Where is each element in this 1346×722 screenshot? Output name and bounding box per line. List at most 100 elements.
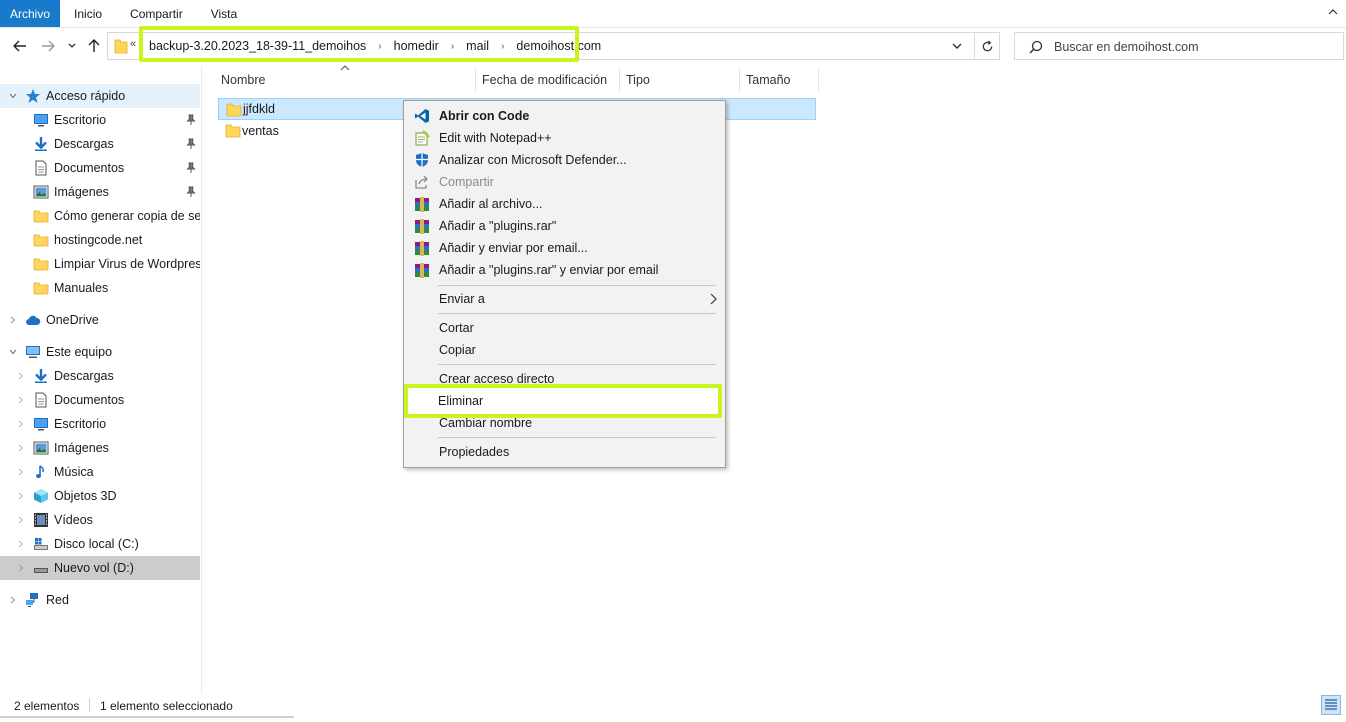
chevron-right-icon[interactable]: ›	[451, 41, 454, 52]
sidebar-item-hostingcode[interactable]: hostingcode.net	[0, 228, 200, 252]
column-header-modified[interactable]: Fecha de modificación	[482, 66, 607, 94]
menu-item-enviar-a[interactable]: Enviar a	[406, 288, 723, 310]
sidebar-item-escritorio[interactable]: Escritorio	[0, 108, 200, 132]
crumb-mail[interactable]: mail	[466, 39, 489, 53]
chevron-right-icon[interactable]	[16, 443, 26, 453]
column-divider[interactable]	[739, 68, 740, 92]
pin-icon[interactable]	[186, 114, 196, 126]
chevron-right-icon[interactable]	[16, 539, 26, 549]
menu-item-cortar[interactable]: Cortar	[406, 317, 723, 339]
chevron-right-icon[interactable]	[8, 595, 18, 605]
sidebar-item-onedrive[interactable]: OneDrive	[0, 308, 200, 332]
column-divider[interactable]	[619, 68, 620, 92]
sidebar-item-manuales[interactable]: Manuales	[0, 276, 200, 300]
winrar-icon	[415, 241, 429, 256]
chevron-down-icon[interactable]	[8, 91, 18, 101]
menu-item-defender[interactable]: Analizar con Microsoft Defender...	[406, 149, 723, 171]
menu-item-anadir-archivo[interactable]: Añadir al archivo...	[406, 193, 723, 215]
sidebar-item-documentos[interactable]: Documentos	[0, 156, 200, 180]
chevron-right-icon[interactable]	[16, 563, 26, 573]
recent-locations-button[interactable]	[62, 36, 82, 56]
sidebar-label: Manuales	[54, 281, 109, 295]
chevron-right-icon[interactable]	[16, 515, 26, 525]
menu-item-eliminar[interactable]: Eliminar	[404, 384, 722, 418]
menu-label: Añadir a "plugins.rar"	[439, 219, 557, 233]
ribbon: Archivo Inicio Compartir Vista	[0, 0, 1346, 28]
sidebar-item-imagenes[interactable]: Imágenes	[0, 180, 200, 204]
crumb-demoihost[interactable]: demoihost.com	[516, 39, 601, 53]
pin-icon[interactable]	[186, 138, 196, 150]
pin-icon[interactable]	[186, 186, 196, 198]
sidebar-item-pc-documentos[interactable]: Documentos	[0, 388, 200, 412]
menu-label: Cambiar nombre	[439, 416, 533, 430]
back-button[interactable]	[10, 36, 30, 56]
sidebar-item-pc-descargas[interactable]: Descargas	[0, 364, 200, 388]
share-icon	[415, 175, 428, 189]
refresh-button[interactable]	[974, 33, 1000, 59]
column-divider[interactable]	[818, 68, 819, 92]
menu-item-propiedades[interactable]: Propiedades	[406, 441, 723, 463]
menu-item-anadir-plugins-rar[interactable]: Añadir a "plugins.rar"	[406, 215, 723, 237]
menu-item-copiar[interactable]: Copiar	[406, 339, 723, 361]
sidebar-item-pc-objetos3d[interactable]: Objetos 3D	[0, 484, 200, 508]
chevron-down-icon[interactable]	[8, 347, 18, 357]
chevron-right-icon[interactable]	[16, 395, 26, 405]
horizontal-scrollbar[interactable]	[0, 716, 294, 718]
sidebar-item-descargas[interactable]: Descargas	[0, 132, 200, 156]
winrar-icon	[415, 219, 429, 234]
address-dropdown-button[interactable]	[946, 33, 968, 59]
menu-item-compartir[interactable]: Compartir	[406, 171, 723, 193]
column-header-size[interactable]: Tamaño	[746, 66, 790, 94]
column-header-type[interactable]: Tipo	[626, 66, 650, 94]
sidebar-item-pc-videos[interactable]: Vídeos	[0, 508, 200, 532]
winrar-icon	[415, 263, 429, 278]
menu-item-anadir-plugins-email[interactable]: Añadir a "plugins.rar" y enviar por emai…	[406, 259, 723, 281]
search-box[interactable]: Buscar en demoihost.com	[1014, 32, 1344, 60]
sidebar-item-este-equipo[interactable]: Este equipo	[0, 340, 200, 364]
cloud-icon	[26, 315, 41, 325]
menu-label: Copiar	[439, 343, 476, 357]
menu-item-notepadpp[interactable]: Edit with Notepad++	[406, 127, 723, 149]
tab-vista[interactable]: Vista	[197, 0, 251, 27]
sidebar-item-pc-escritorio[interactable]: Escritorio	[0, 412, 200, 436]
forward-button[interactable]	[38, 36, 58, 56]
chevron-right-icon[interactable]	[8, 315, 18, 325]
overflow-chevrons[interactable]: «	[130, 38, 136, 50]
sidebar-item-como-generar[interactable]: Cómo generar copia de seg	[0, 204, 200, 228]
sidebar-item-red[interactable]: Red	[0, 588, 200, 612]
chevron-right-icon[interactable]: ›	[501, 41, 504, 52]
folder-icon	[33, 258, 49, 271]
chevron-right-icon	[710, 293, 717, 305]
tab-inicio[interactable]: Inicio	[60, 0, 116, 27]
column-divider[interactable]	[475, 68, 476, 92]
sidebar-item-limpiar-virus[interactable]: Limpiar Virus de Wordpress	[0, 252, 200, 276]
pin-icon[interactable]	[186, 162, 196, 174]
details-view-button[interactable]	[1321, 695, 1341, 715]
crumb-homedir[interactable]: homedir	[394, 39, 439, 53]
chevron-right-icon[interactable]: ›	[378, 41, 381, 52]
sidebar-item-pc-disco-c[interactable]: Disco local (C:)	[0, 532, 200, 556]
menu-item-anadir-enviar-email[interactable]: Añadir y enviar por email...	[406, 237, 723, 259]
chevron-right-icon[interactable]	[16, 419, 26, 429]
menu-item-abrir-con-code[interactable]: Abrir con Code	[406, 105, 723, 127]
tab-compartir[interactable]: Compartir	[116, 0, 197, 27]
chevron-right-icon[interactable]	[16, 467, 26, 477]
menu-label: Enviar a	[439, 292, 485, 306]
chevron-right-icon[interactable]	[16, 491, 26, 501]
sidebar-item-acceso-rapido[interactable]: Acceso rápido	[0, 84, 200, 108]
sidebar-label: Limpiar Virus de Wordpress	[54, 257, 200, 271]
sidebar-item-pc-musica[interactable]: Música	[0, 460, 200, 484]
folder-icon	[114, 39, 128, 54]
column-header-name[interactable]: Nombre	[221, 66, 265, 94]
menu-separator	[438, 364, 716, 365]
chevron-up-icon[interactable]	[1328, 7, 1338, 17]
sidebar-item-pc-nuevo-vol-d[interactable]: Nuevo vol (D:)	[0, 556, 200, 580]
tab-archivo[interactable]: Archivo	[0, 0, 61, 27]
folder-icon	[225, 124, 241, 138]
crumb-backup[interactable]: backup-3.20.2023_18-39-11_demoihos	[149, 39, 366, 53]
up-button[interactable]	[84, 36, 104, 56]
sidebar-item-pc-imagenes[interactable]: Imágenes	[0, 436, 200, 460]
chevron-right-icon[interactable]	[16, 371, 26, 381]
file-name: jjfdkld	[243, 102, 275, 116]
download-icon	[35, 137, 47, 151]
